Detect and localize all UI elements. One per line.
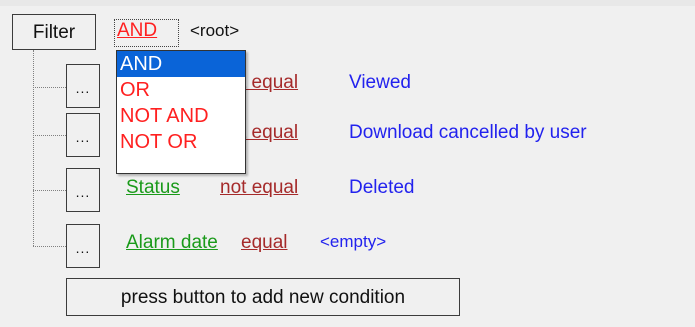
condition-value[interactable]: Download cancelled by user <box>349 122 587 144</box>
condition-menu-button[interactable]: ... <box>66 224 100 268</box>
tree-branch-2 <box>33 135 66 136</box>
filter-button[interactable]: Filter <box>12 14 96 50</box>
condition-field-link[interactable]: Status <box>126 177 180 199</box>
condition-value[interactable]: Deleted <box>349 177 415 199</box>
top-strip <box>0 0 695 6</box>
operator-dropdown-menu: AND OR NOT AND NOT OR <box>116 50 246 174</box>
condition-menu-button[interactable]: ... <box>66 64 100 108</box>
condition-menu-button[interactable]: ... <box>66 168 100 212</box>
condition-operator-link[interactable]: not equal <box>220 177 298 199</box>
tree-branch-1 <box>33 87 66 88</box>
condition-menu-button[interactable]: ... <box>66 113 100 157</box>
add-condition-button[interactable]: press button to add new condition <box>66 278 460 316</box>
root-label: <root> <box>190 21 240 40</box>
condition-field-link[interactable]: Alarm date <box>126 232 218 254</box>
condition-operator-link[interactable]: t equal <box>241 72 298 94</box>
menu-item-and[interactable]: AND <box>117 51 245 77</box>
operator-focus-rect <box>114 19 179 47</box>
menu-item-or[interactable]: OR <box>117 77 245 103</box>
tree-vertical-line <box>33 50 34 246</box>
condition-operator-link[interactable]: equal <box>241 232 288 254</box>
condition-value[interactable]: Viewed <box>349 72 411 94</box>
tree-branch-4 <box>33 246 66 247</box>
condition-operator-link[interactable]: t equal <box>241 122 298 144</box>
menu-item-not-and[interactable]: NOT AND <box>117 103 245 129</box>
condition-value[interactable]: <empty> <box>320 232 386 252</box>
tree-branch-3 <box>33 190 66 191</box>
menu-item-not-or[interactable]: NOT OR <box>117 129 245 155</box>
